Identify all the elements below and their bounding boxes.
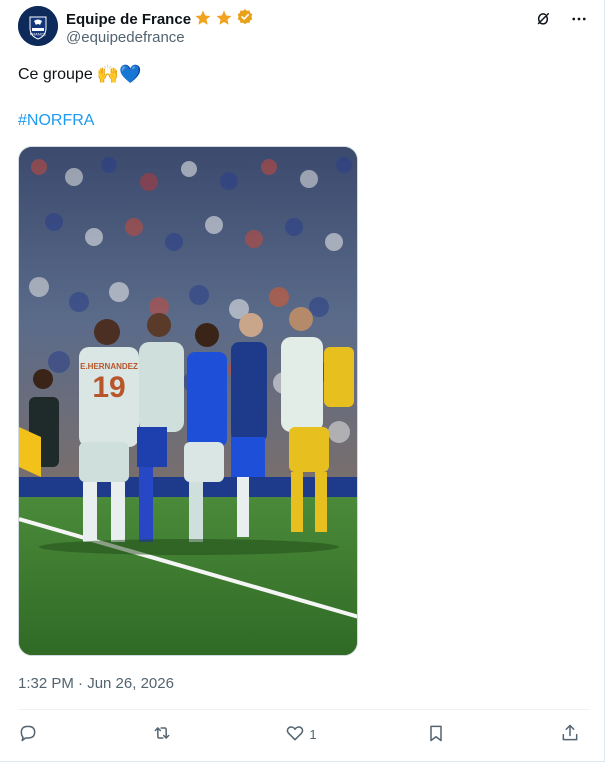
- star-icon: [194, 9, 212, 30]
- author-handle[interactable]: @equipedefrance: [66, 29, 185, 46]
- heart-icon: [285, 723, 305, 746]
- divider: [18, 709, 590, 710]
- repost-button[interactable]: [152, 723, 176, 746]
- header-actions: [532, 8, 590, 30]
- tweet-text-body: Ce groupe: [18, 65, 93, 83]
- share-button[interactable]: [560, 723, 584, 746]
- star-icon: [215, 9, 233, 30]
- tweet-media-photo[interactable]: 19 E.HERNANDEZ: [18, 146, 358, 656]
- fff-crest-icon: FRANCE: [18, 6, 58, 46]
- verified-badge-icon[interactable]: [236, 8, 254, 31]
- avatar[interactable]: FRANCE: [18, 6, 58, 46]
- bookmark-button[interactable]: [426, 723, 450, 746]
- reply-button[interactable]: [18, 723, 42, 746]
- repost-icon: [152, 723, 172, 746]
- author-name-row: Equipe de France: [66, 8, 254, 31]
- team-celebration-photo: 19 E.HERNANDEZ: [19, 147, 357, 655]
- reply-icon: [18, 723, 38, 746]
- shirt-number: 19: [92, 371, 125, 404]
- tweet-text: Ce groupe 🙌💙: [18, 64, 142, 85]
- bookmark-icon: [426, 723, 446, 746]
- hashtag-link[interactable]: #NORFRA: [18, 112, 94, 130]
- shirt-name: E.HERNANDEZ: [80, 362, 138, 371]
- grok-icon[interactable]: [532, 8, 554, 30]
- like-button[interactable]: 1: [285, 723, 317, 746]
- tweet-timestamp[interactable]: 1:32 PM · Jun 26, 2026: [18, 675, 174, 692]
- more-icon[interactable]: [568, 8, 590, 30]
- author-display-name[interactable]: Equipe de France: [66, 11, 191, 28]
- tweet-actions-bar: 1: [18, 722, 584, 746]
- like-count: 1: [309, 726, 317, 742]
- svg-text:FRANCE: FRANCE: [30, 32, 47, 37]
- tweet-emojis: 🙌💙: [96, 64, 142, 84]
- tweet-card: FRANCE Equipe de France @equipedefrance: [0, 0, 605, 762]
- share-icon: [560, 723, 580, 746]
